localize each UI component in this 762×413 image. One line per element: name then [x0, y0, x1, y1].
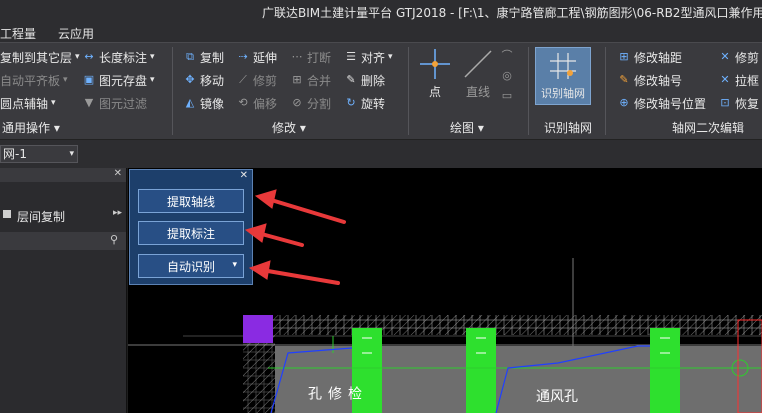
close-icon[interactable]: ✕	[114, 168, 122, 179]
move-icon: ✥	[185, 73, 195, 86]
circle-icon[interactable]: ◎	[500, 69, 514, 83]
menu-item-cloud[interactable]: 云应用	[58, 25, 94, 42]
element-filter-button[interactable]: ▼ 图元过滤	[82, 94, 147, 112]
box-select-icon: ✕	[720, 73, 730, 86]
trim-icon: ⟋	[239, 73, 247, 86]
draw-small-tools: ⌒ ◎ ▭	[500, 49, 520, 115]
axis-number-icon: ✎	[619, 73, 629, 86]
break-icon: ⋯	[291, 50, 303, 63]
group-label-identify: 识别轴网	[544, 121, 593, 135]
offset-icon: ⟲	[238, 96, 248, 109]
line-icon	[464, 50, 492, 78]
axis-distance-icon: ⊞	[619, 50, 629, 63]
purple-block	[243, 315, 273, 343]
chevron-down-icon: ▾	[69, 149, 74, 159]
chevron-down-icon[interactable]: ▾	[232, 260, 237, 270]
restore-icon: ⊡	[720, 96, 730, 109]
search-icon: ⚲	[109, 233, 118, 246]
axis-grid-icon	[550, 53, 576, 79]
floor-combo[interactable]: 网-1 ▾	[0, 145, 78, 163]
group-label-draw: 绘图 ▾	[450, 121, 484, 135]
delete-button[interactable]: ✎ 删除	[344, 71, 385, 89]
copy-icon: ⧉	[186, 50, 194, 63]
split-button[interactable]: ⊘ 分割	[290, 94, 331, 112]
separator	[528, 47, 529, 135]
group-label-axis-edit: 轴网二次编辑	[672, 121, 745, 135]
floor-copy-label: 层间复制	[17, 210, 66, 224]
offset-button[interactable]: ⟲ 偏移	[236, 94, 277, 112]
column-green-3	[650, 328, 680, 413]
axis-position-icon: ⊕	[619, 96, 629, 109]
close-icon[interactable]: ✕	[240, 170, 248, 181]
modify-axis-number-position-button[interactable]: ⊕ 修改轴号位置	[617, 94, 706, 112]
canvas-label-vent-hole: 通风孔	[536, 389, 578, 405]
extend-icon: ⇢	[238, 50, 248, 63]
dimension-icon: ↔	[84, 50, 94, 63]
separator	[605, 47, 606, 135]
group-label-modify: 修改 ▾	[272, 121, 306, 135]
copy-button[interactable]: ⧉ 复制	[183, 48, 224, 66]
group-label-general: 通用操作 ▾	[2, 121, 60, 135]
arc-icon[interactable]: ⌒	[500, 49, 514, 63]
mirror-button[interactable]: ◭ 镜像	[183, 94, 224, 112]
auto-level-slab-button[interactable]: 自动平齐板 ▾	[0, 71, 68, 89]
modify-axis-distance-button[interactable]: ⊞ 修改轴距	[617, 48, 682, 66]
point-icon	[420, 49, 450, 79]
rotate-icon: ↻	[346, 96, 356, 109]
point-aux-axis-button[interactable]: 圆点辅轴 ▾	[0, 94, 56, 112]
rotate-button[interactable]: ↻ 旋转	[344, 94, 385, 112]
panel-header: ✕	[0, 168, 126, 182]
align-icon: ☰	[346, 50, 356, 63]
merge-button[interactable]: ⊞ 合并	[290, 71, 331, 89]
delete-icon: ✎	[346, 73, 356, 86]
trim-button[interactable]: ⟋ 修剪	[236, 71, 277, 89]
box-select-button[interactable]: ✕ 拉框	[718, 71, 759, 89]
point-draw-button[interactable]: 点	[418, 49, 452, 100]
break-button[interactable]: ⋯ 打断	[290, 48, 332, 66]
separator	[408, 47, 409, 135]
extract-axis-line-button[interactable]: 提取轴线	[138, 189, 244, 213]
modify-axis-number-button[interactable]: ✎ 修改轴号	[617, 71, 682, 89]
mirror-icon: ◭	[185, 96, 195, 109]
ribbon: 复制到其它层 ▾ 自动平齐板 ▾ 圆点辅轴 ▾ ↔ 长度标注 ▾ ▣ 图元存盘 ▾ ▼ 图元过滤…	[0, 42, 762, 140]
filter-icon: ▼	[84, 96, 94, 109]
move-button[interactable]: ✥ 移动	[183, 71, 224, 89]
column-green-2	[466, 328, 496, 413]
element-save-button[interactable]: ▣ 图元存盘 ▾	[82, 71, 155, 89]
copy-to-other-floor-button[interactable]: 复制到其它层 ▾	[0, 48, 80, 66]
split-icon: ⊘	[292, 96, 302, 109]
identify-axis-grid-button[interactable]: 识别轴网	[535, 47, 591, 105]
save-icon: ▣	[83, 73, 95, 86]
window-title: 广联达BIM土建计量平台 GTJ2018 - [F:\1、康宁路管廊工程\钢筋图…	[262, 6, 762, 20]
search-input[interactable]: ⚲	[0, 232, 126, 250]
menu-bar: 工程量 云应用	[0, 22, 762, 42]
extract-annotation-button[interactable]: 提取标注	[138, 221, 244, 245]
menu-item-quantity[interactable]: 工程量	[0, 25, 36, 42]
rect-icon[interactable]: ▭	[500, 89, 514, 103]
canvas-label-inspection-hole: 检修孔	[306, 386, 362, 400]
left-panel: ✕ 层间复制 ▸▸ ⚲	[0, 168, 127, 413]
align-button[interactable]: ☰ 对齐 ▾	[344, 48, 392, 66]
extend-button[interactable]: ⇢ 延伸	[236, 48, 277, 66]
auto-identify-button[interactable]: 自动识别 ▾	[138, 254, 244, 278]
separator	[172, 47, 173, 135]
expand-icon[interactable]: ▸▸	[113, 208, 122, 218]
trim-axis-button[interactable]: ✕ 修剪	[718, 48, 759, 66]
copy-icon	[3, 210, 11, 218]
length-dimension-button[interactable]: ↔ 长度标注 ▾	[82, 48, 154, 66]
secondary-toolbar: 网-1 ▾	[0, 140, 762, 168]
merge-icon: ⊞	[292, 73, 302, 86]
trim-axis-icon: ✕	[720, 50, 730, 63]
restore-button[interactable]: ⊡ 恢复	[718, 94, 759, 112]
title-bar: 广联达BIM土建计量平台 GTJ2018 - [F:\1、康宁路管廊工程\钢筋图…	[0, 0, 762, 22]
line-draw-button[interactable]: 直线	[460, 49, 496, 100]
floor-copy-row[interactable]: 层间复制 ▸▸	[0, 206, 126, 226]
identify-float-panel: ✕ 提取轴线 提取标注 自动识别 ▾	[129, 169, 253, 285]
